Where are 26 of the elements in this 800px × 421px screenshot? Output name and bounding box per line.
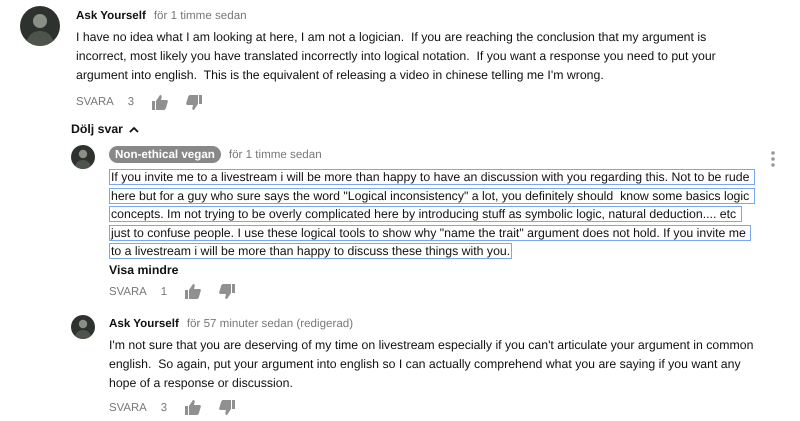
author-name[interactable]: Ask Yourself xyxy=(76,8,146,22)
avatar-icon[interactable] xyxy=(71,145,95,169)
timestamp[interactable]: för 1 timme sedan xyxy=(154,8,247,22)
show-less-link[interactable]: Visa mindre xyxy=(109,262,178,276)
reply-button[interactable]: SVARA xyxy=(76,96,114,108)
thumbs-down-icon[interactable] xyxy=(219,400,236,415)
like-count: 1 xyxy=(160,286,168,298)
thumbs-up-icon[interactable] xyxy=(185,284,202,299)
author-name[interactable]: Non-ethical vegan xyxy=(109,146,221,162)
timestamp[interactable]: för 1 timme sedan xyxy=(228,148,322,160)
thumbs-up-icon[interactable] xyxy=(185,400,202,415)
reply-button[interactable]: SVARA xyxy=(109,402,147,414)
thumbs-down-icon[interactable] xyxy=(219,284,236,299)
comment-text: I'm not sure that you are deserving of my time on livestream especially if you can't articulate your argument in common english. So again, put your argument into english so I can actually comprehend what you are saying if you want any hope of a response or discussion. xyxy=(109,336,754,392)
reply-button[interactable]: SVARA xyxy=(109,286,147,298)
avatar-icon[interactable] xyxy=(71,314,95,338)
thumbs-up-icon[interactable] xyxy=(152,94,168,110)
avatar-icon[interactable] xyxy=(20,6,60,46)
comment-text: I have no idea what I am looking at here, I am not a logician. If you are reaching the conclusion that my argument is incorrect, most likely you have translated incorrectly into logical notation. If you want a response you need to put your argument into english. This is the equivalent of releasing a video in chinese telling me I'm wrong. xyxy=(76,29,717,84)
like-count: 3 xyxy=(128,96,134,108)
more-options-icon[interactable] xyxy=(771,151,775,167)
thumbs-down-icon[interactable] xyxy=(186,94,202,110)
timestamp[interactable]: för 57 minuter sedan (redigerad) xyxy=(186,317,354,330)
author-name[interactable]: Ask Yourself xyxy=(109,317,179,330)
like-count: 3 xyxy=(160,402,168,414)
hide-replies-toggle[interactable]: Dölj svar xyxy=(71,122,139,136)
